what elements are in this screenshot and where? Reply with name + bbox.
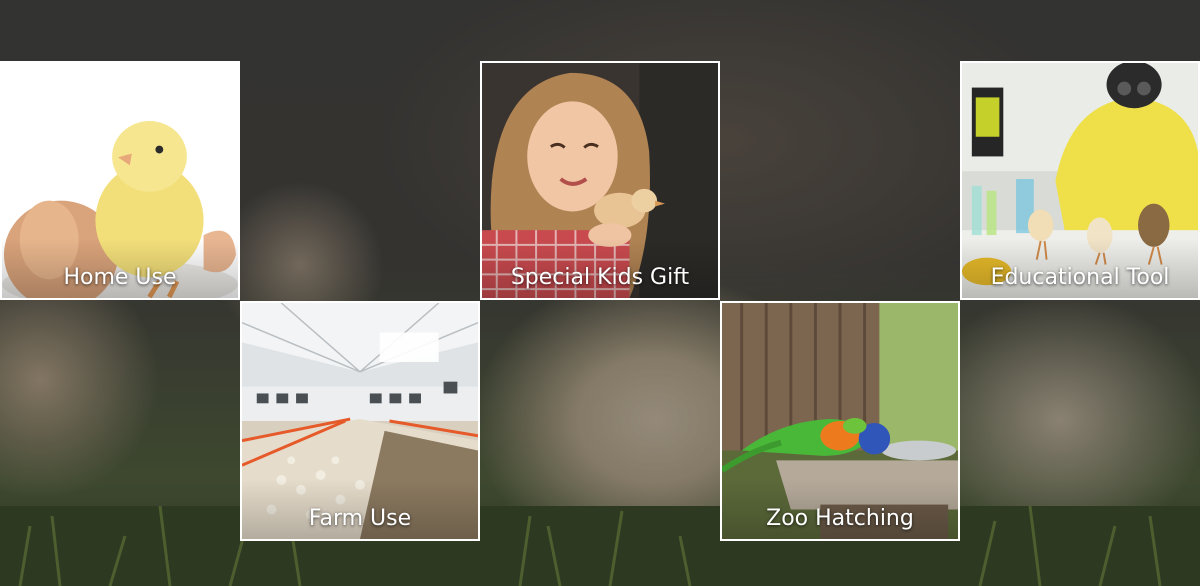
tile-educational-tool[interactable]: Educational Tool bbox=[960, 61, 1200, 300]
tile-home-use[interactable]: Home Use bbox=[0, 61, 240, 300]
tile-zoo-hatching[interactable]: Zoo Hatching bbox=[720, 301, 960, 541]
tile-label-special-kids-gift: Special Kids Gift bbox=[510, 265, 690, 290]
tile-special-kids-gift[interactable]: Special Kids Gift bbox=[480, 61, 720, 300]
tile-label-zoo-hatching: Zoo Hatching bbox=[766, 506, 914, 531]
tile-label-farm-use: Farm Use bbox=[308, 506, 412, 531]
tile-farm-use[interactable]: Farm Use bbox=[240, 301, 480, 541]
hero-banner: Home Use Special Kids Gift Educational T… bbox=[0, 0, 1200, 586]
tile-label-home-use: Home Use bbox=[63, 265, 177, 290]
tile-label-educational-tool: Educational Tool bbox=[990, 265, 1170, 290]
